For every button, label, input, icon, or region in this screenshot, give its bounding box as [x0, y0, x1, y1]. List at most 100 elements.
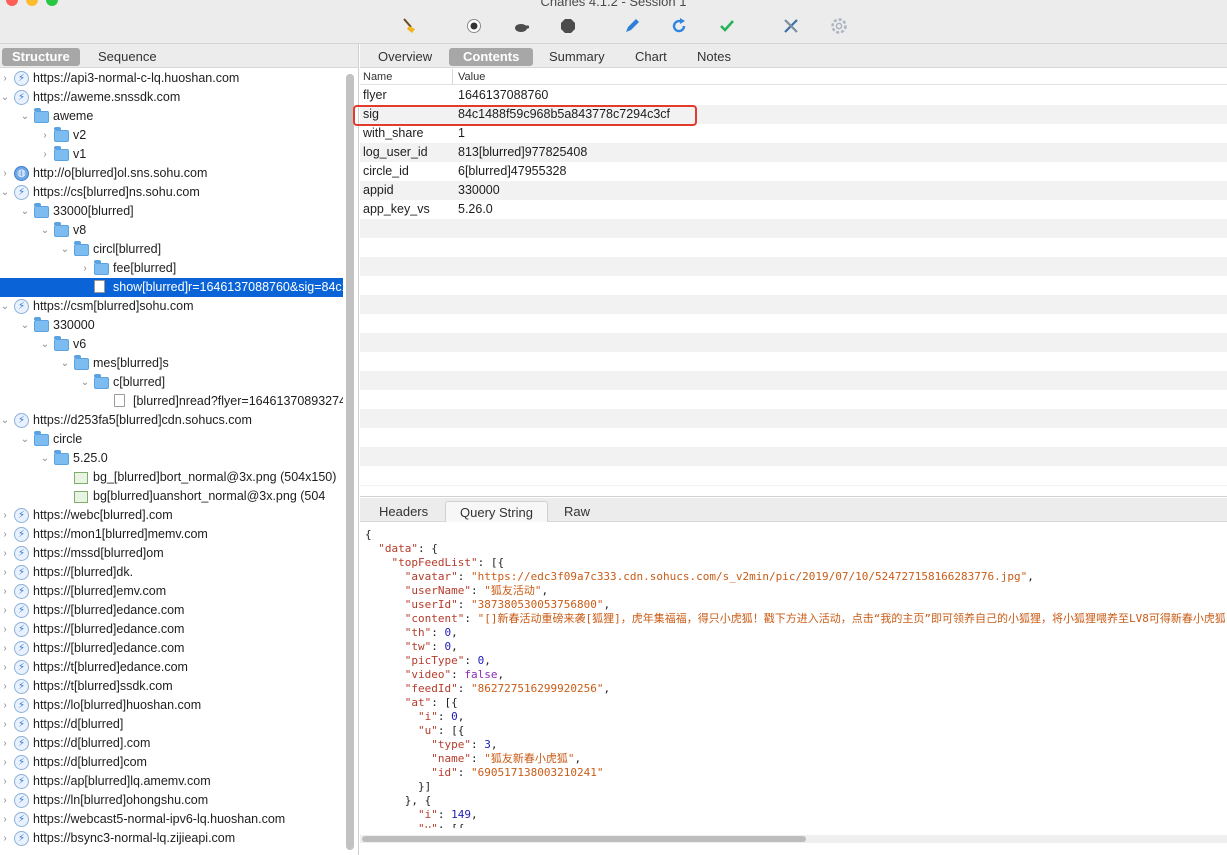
tab-contents[interactable]: Contents — [449, 48, 534, 66]
tree-scrollbar-thumb[interactable] — [346, 74, 354, 850]
tree-row[interactable]: ⌄ ⚡ https://aweme.snssdk.com — [0, 88, 343, 107]
param-value[interactable]: 1 — [458, 124, 465, 143]
tab-query-string[interactable]: Query String — [445, 501, 548, 522]
chevron-right-icon[interactable]: › — [0, 829, 10, 848]
tree-row[interactable]: › ⚡ https://mssd[blurred]om — [0, 544, 343, 563]
chevron-down-icon[interactable]: ⌄ — [40, 449, 50, 468]
pen-icon[interactable] — [620, 14, 644, 38]
param-value[interactable]: 813[blurred]977825408 — [458, 143, 587, 162]
tree-row[interactable]: › ⚡ https://webc[blurred].com — [0, 506, 343, 525]
tree-row[interactable]: bg[blurred]uanshort_normal@3x.png (504 — [0, 487, 343, 506]
chevron-right-icon[interactable]: › — [0, 601, 10, 620]
tree-row[interactable]: ⌄ circl[blurred] — [0, 240, 343, 259]
column-divider[interactable] — [452, 69, 453, 85]
record-icon[interactable] — [462, 14, 486, 38]
tree-row[interactable]: bg_[blurred]bort_normal@3x.png (504x150) — [0, 468, 343, 487]
tree-row[interactable]: › ◍ http://o[blurred]ol.sns.sohu.com — [0, 164, 343, 183]
json-horizontal-scrollbar[interactable] — [360, 835, 1227, 843]
chevron-down-icon[interactable]: ⌄ — [0, 88, 10, 107]
tree-row[interactable]: › fee[blurred] — [0, 259, 343, 278]
chevron-right-icon[interactable]: › — [0, 582, 10, 601]
chevron-right-icon[interactable]: › — [0, 696, 10, 715]
response-json-viewer[interactable]: { "data": { "topFeedList": [{ "avatar": … — [365, 528, 1225, 828]
check-icon[interactable] — [715, 14, 739, 38]
param-value[interactable]: 5.26.0 — [458, 200, 493, 219]
tree-row[interactable]: ⌄ 33000[blurred] — [0, 202, 343, 221]
tab-structure[interactable]: Structure — [2, 48, 80, 66]
chevron-right-icon[interactable]: › — [0, 525, 10, 544]
chevron-right-icon[interactable]: › — [0, 620, 10, 639]
tab-chart[interactable]: Chart — [621, 48, 681, 66]
chevron-down-icon[interactable]: ⌄ — [20, 316, 30, 335]
tree-row[interactable]: › ⚡ https://[blurred]edance.com — [0, 639, 343, 658]
chevron-right-icon[interactable]: › — [0, 658, 10, 677]
tree-row[interactable]: › ⚡ https://lo[blurred]huoshan.com — [0, 696, 343, 715]
tree-row[interactable]: › ⚡ https://[blurred]emv.com — [0, 582, 343, 601]
chevron-right-icon[interactable]: › — [0, 772, 10, 791]
chevron-right-icon[interactable]: › — [0, 69, 10, 88]
column-value[interactable]: Value — [458, 71, 485, 83]
chevron-right-icon[interactable]: › — [0, 715, 10, 734]
param-row[interactable]: circle_id 6[blurred]47955328 — [360, 162, 1227, 181]
param-row[interactable]: app_key_vs 5.26.0 — [360, 200, 1227, 219]
param-value[interactable]: 330000 — [458, 181, 500, 200]
param-value[interactable]: 1646137088760 — [458, 86, 548, 105]
tree-row[interactable]: › ⚡ https://[blurred]dk. — [0, 563, 343, 582]
chevron-down-icon[interactable]: ⌄ — [20, 107, 30, 126]
tree-row[interactable]: › ⚡ https://ln[blurred]ohongshu.com — [0, 791, 343, 810]
tree-row[interactable]: › ⚡ https://[blurred]edance.com — [0, 601, 343, 620]
param-row[interactable]: flyer 1646137088760 — [360, 86, 1227, 105]
tree-row[interactable]: › ⚡ https://mon1[blurred]memv.com — [0, 525, 343, 544]
param-row[interactable]: with_share 1 — [360, 124, 1227, 143]
chevron-right-icon[interactable]: › — [0, 639, 10, 658]
tree-row[interactable]: show[blurred]r=1646137088760&sig=84c1 — [0, 278, 343, 297]
chevron-right-icon[interactable]: › — [0, 791, 10, 810]
chevron-down-icon[interactable]: ⌄ — [40, 335, 50, 354]
broom-icon[interactable] — [397, 14, 421, 38]
tree-row[interactable]: ⌄ circle — [0, 430, 343, 449]
tab-sequence[interactable]: Sequence — [88, 48, 167, 66]
tree-row[interactable]: › ⚡ https://t[blurred]ssdk.com — [0, 677, 343, 696]
tree-row[interactable]: ⌄ 5.25.0 — [0, 449, 343, 468]
tree-row[interactable]: ⌄ c[blurred] — [0, 373, 343, 392]
tree-row[interactable]: ⌄ 330000 — [0, 316, 343, 335]
tree-row[interactable]: › ⚡ https://d[blurred] — [0, 715, 343, 734]
chevron-down-icon[interactable]: ⌄ — [20, 430, 30, 449]
refresh-icon[interactable] — [667, 14, 691, 38]
column-name[interactable]: Name — [363, 71, 392, 83]
stop-icon[interactable] — [556, 14, 580, 38]
chevron-right-icon[interactable]: › — [40, 145, 50, 164]
tree-row[interactable]: › ⚡ https://d[blurred]com — [0, 753, 343, 772]
param-row[interactable]: sig 84c1488f59c968b5a843778c7294c3cf — [360, 105, 1227, 124]
chevron-down-icon[interactable]: ⌄ — [0, 297, 10, 316]
chevron-down-icon[interactable]: ⌄ — [80, 373, 90, 392]
chevron-right-icon[interactable]: › — [0, 544, 10, 563]
turtle-icon[interactable] — [509, 14, 533, 38]
chevron-down-icon[interactable]: ⌄ — [20, 202, 30, 221]
json-scrollbar-thumb[interactable] — [362, 836, 806, 842]
tree-row[interactable]: › ⚡ https://d[blurred].com — [0, 734, 343, 753]
tree-row[interactable]: ⌄ ⚡ https://d253fa5[blurred]cdn.sohucs.com — [0, 411, 343, 430]
tree-row[interactable]: › v1 — [0, 145, 343, 164]
tab-notes[interactable]: Notes — [683, 48, 745, 66]
tree-row[interactable]: › ⚡ https://[blurred]edance.com — [0, 620, 343, 639]
tree-row[interactable]: ⌄ ⚡ https://cs[blurred]ns.sohu.com — [0, 183, 343, 202]
tree-row[interactable]: › ⚡ https://bsync3-normal-lq.zijieapi.com — [0, 829, 343, 848]
tree-scrollbar[interactable] — [346, 74, 354, 850]
chevron-down-icon[interactable]: ⌄ — [40, 221, 50, 240]
chevron-right-icon[interactable]: › — [80, 259, 90, 278]
tree-row[interactable]: › v2 — [0, 126, 343, 145]
chevron-right-icon[interactable]: › — [0, 677, 10, 696]
tab-summary[interactable]: Summary — [535, 48, 619, 66]
chevron-down-icon[interactable]: ⌄ — [0, 411, 10, 430]
param-row[interactable]: log_user_id 813[blurred]977825408 — [360, 143, 1227, 162]
settings-icon[interactable] — [827, 14, 851, 38]
chevron-right-icon[interactable]: › — [0, 164, 10, 183]
chevron-down-icon[interactable]: ⌄ — [0, 183, 10, 202]
chevron-right-icon[interactable]: › — [0, 506, 10, 525]
chevron-down-icon[interactable]: ⌄ — [60, 240, 70, 259]
param-value[interactable]: 6[blurred]47955328 — [458, 162, 566, 181]
tree-row[interactable]: ⌄ v8 — [0, 221, 343, 240]
tab-overview[interactable]: Overview — [364, 48, 446, 66]
chevron-right-icon[interactable]: › — [40, 126, 50, 145]
